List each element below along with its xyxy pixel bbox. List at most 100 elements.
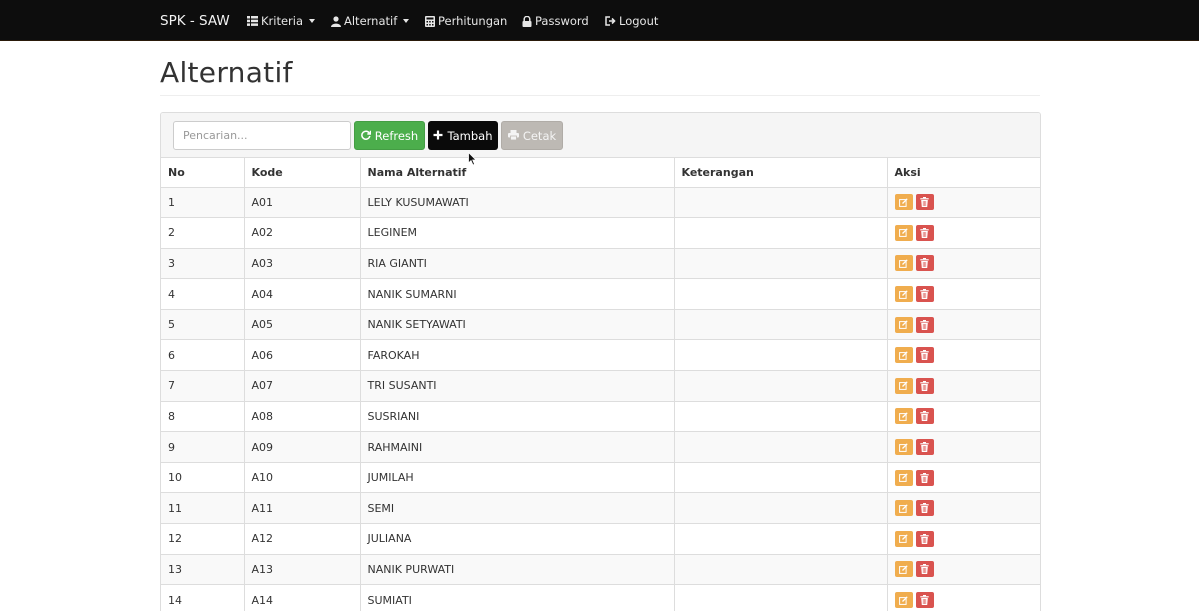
cell-nama: FAROKAH bbox=[360, 339, 675, 372]
edit-icon bbox=[899, 351, 908, 360]
cell-kode: A08 bbox=[244, 401, 361, 433]
edit-icon bbox=[899, 259, 908, 268]
cell-nama: SUMIATI bbox=[360, 584, 675, 611]
column-header-nama[interactable]: Nama Alternatif bbox=[360, 158, 675, 188]
edit-icon bbox=[899, 565, 908, 574]
cell-kode: A05 bbox=[244, 309, 361, 341]
edit-button[interactable] bbox=[894, 530, 913, 547]
cell-nama: RAHMAINI bbox=[360, 431, 675, 463]
table-row: 2 A02 LEGINEM bbox=[161, 217, 1040, 249]
edit-button[interactable] bbox=[894, 347, 913, 364]
delete-button[interactable] bbox=[915, 347, 934, 364]
table-row: 9 A09 RAHMAINI bbox=[161, 431, 1040, 463]
cell-no: 2 bbox=[161, 217, 245, 249]
delete-button[interactable] bbox=[915, 530, 934, 547]
cell-keterangan bbox=[674, 523, 888, 555]
alternatif-table: No Kode Nama Alternatif Keterangan Aksi … bbox=[161, 158, 1040, 611]
cell-aksi bbox=[887, 248, 1040, 280]
cell-keterangan bbox=[674, 492, 888, 525]
nav-alternatif[interactable]: Alternatif bbox=[331, 14, 410, 28]
edit-button[interactable] bbox=[894, 286, 913, 303]
top-navbar: SPK - SAW Kriteria Alternatif Perhitunga… bbox=[0, 0, 1199, 41]
cell-no: 14 bbox=[161, 584, 245, 611]
cell-keterangan bbox=[674, 217, 888, 249]
delete-button[interactable] bbox=[915, 592, 934, 609]
table-row: 1 A01 LELY KUSUMAWATI bbox=[161, 187, 1040, 219]
trash-icon bbox=[920, 533, 929, 544]
edit-button[interactable] bbox=[894, 469, 913, 486]
cell-no: 3 bbox=[161, 248, 245, 280]
nav-logout[interactable]: Logout bbox=[605, 14, 658, 28]
table-row: 8 A08 SUSRIANI bbox=[161, 401, 1040, 433]
table-row: 10 A10 JUMILAH bbox=[161, 462, 1040, 494]
cell-aksi bbox=[887, 523, 1040, 555]
cell-kode: A07 bbox=[244, 370, 361, 402]
cell-no: 12 bbox=[161, 523, 245, 555]
edit-button[interactable] bbox=[894, 561, 913, 578]
search-input[interactable] bbox=[173, 121, 351, 150]
cell-keterangan bbox=[674, 339, 888, 372]
cell-aksi bbox=[887, 309, 1040, 341]
edit-icon bbox=[899, 504, 908, 513]
nav-perhitungan[interactable]: Perhitungan bbox=[425, 14, 507, 28]
navbar-brand[interactable]: SPK - SAW bbox=[160, 13, 230, 29]
edit-icon bbox=[899, 412, 908, 421]
cell-nama: NANIK PURWATI bbox=[360, 554, 675, 586]
column-header-kode[interactable]: Kode bbox=[244, 158, 361, 188]
edit-button[interactable] bbox=[894, 224, 913, 241]
column-header-keterangan[interactable]: Keterangan bbox=[674, 158, 888, 188]
edit-button[interactable] bbox=[894, 316, 913, 333]
cell-nama: TRI SUSANTI bbox=[360, 370, 675, 402]
refresh-button[interactable]: Refresh bbox=[354, 121, 425, 150]
edit-button[interactable] bbox=[894, 439, 913, 456]
cell-aksi bbox=[887, 554, 1040, 586]
edit-button[interactable] bbox=[894, 500, 913, 517]
edit-button[interactable] bbox=[894, 255, 913, 272]
cell-no: 7 bbox=[161, 370, 245, 402]
refresh-label: Refresh bbox=[374, 128, 419, 143]
delete-button[interactable] bbox=[915, 469, 934, 486]
edit-button[interactable] bbox=[894, 592, 913, 609]
delete-button[interactable] bbox=[915, 561, 934, 578]
nav-kriteria[interactable]: Kriteria bbox=[247, 14, 316, 28]
edit-icon bbox=[899, 289, 908, 299]
cell-kode: A12 bbox=[244, 523, 361, 555]
delete-button[interactable] bbox=[915, 255, 934, 272]
cell-aksi bbox=[887, 584, 1040, 611]
cell-keterangan bbox=[674, 370, 888, 402]
trash-icon bbox=[920, 595, 929, 606]
edit-icon bbox=[899, 473, 908, 483]
delete-button[interactable] bbox=[915, 500, 934, 517]
column-header-no[interactable]: No bbox=[161, 158, 245, 188]
delete-button[interactable] bbox=[915, 224, 934, 241]
delete-button[interactable] bbox=[915, 286, 934, 303]
edit-icon bbox=[899, 381, 908, 391]
delete-button[interactable] bbox=[915, 316, 934, 333]
tambah-button[interactable]: Tambah bbox=[428, 121, 498, 150]
trash-icon bbox=[920, 411, 929, 422]
delete-button[interactable] bbox=[915, 408, 934, 425]
trash-icon bbox=[920, 380, 929, 391]
delete-button[interactable] bbox=[915, 439, 934, 456]
trash-icon bbox=[920, 472, 929, 483]
edit-button[interactable] bbox=[894, 408, 913, 425]
delete-button[interactable] bbox=[915, 194, 934, 211]
trash-icon bbox=[920, 564, 929, 575]
cell-keterangan bbox=[674, 401, 888, 433]
nav-password[interactable]: Password bbox=[522, 14, 589, 28]
cell-aksi bbox=[887, 431, 1040, 463]
edit-button[interactable] bbox=[894, 377, 913, 394]
cell-no: 10 bbox=[161, 462, 245, 494]
table-row: 5 A05 NANIK SETYAWATI bbox=[161, 309, 1040, 341]
edit-button[interactable] bbox=[894, 194, 913, 211]
edit-icon bbox=[899, 595, 908, 605]
plus-icon bbox=[433, 129, 443, 143]
lock-icon bbox=[522, 15, 532, 27]
delete-button[interactable] bbox=[915, 377, 934, 394]
cell-no: 5 bbox=[161, 309, 245, 341]
cell-aksi bbox=[887, 217, 1040, 249]
cell-no: 4 bbox=[161, 278, 245, 310]
cell-kode: A06 bbox=[244, 339, 361, 372]
cell-kode: A04 bbox=[244, 278, 361, 310]
cetak-button[interactable]: Cetak bbox=[501, 121, 563, 150]
